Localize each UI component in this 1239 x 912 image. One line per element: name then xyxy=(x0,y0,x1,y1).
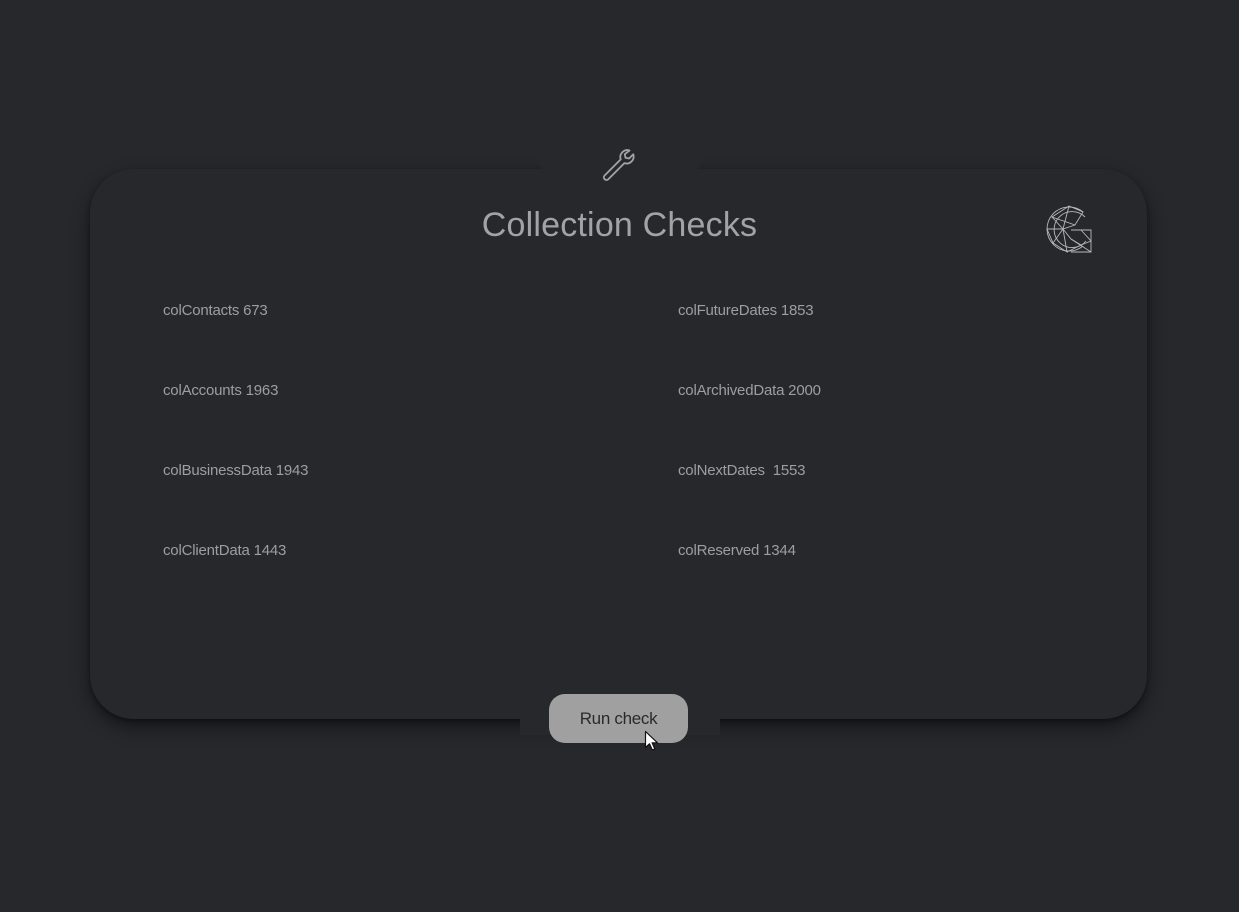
run-check-button[interactable]: Run check xyxy=(549,694,688,743)
collection-item: colAccounts 1963 xyxy=(163,382,279,399)
collection-item: colBusinessData 1943 xyxy=(163,462,309,479)
geometric-g-logo-icon xyxy=(1046,205,1092,253)
wrench-icon xyxy=(602,149,635,181)
collection-item: colNextDates 1553 xyxy=(678,462,806,479)
collection-item: colReserved 1344 xyxy=(678,542,796,559)
collection-item: colClientData 1443 xyxy=(163,542,287,559)
collection-item: colArchivedData 2000 xyxy=(678,382,821,399)
collection-item: colContacts 673 xyxy=(163,302,268,319)
app-window: Collection Checks colContacts 673 colAcc… xyxy=(0,0,1239,912)
collection-item: colFutureDates 1853 xyxy=(678,302,814,319)
mouse-pointer-icon xyxy=(644,730,659,751)
collection-checks-panel xyxy=(90,169,1147,719)
